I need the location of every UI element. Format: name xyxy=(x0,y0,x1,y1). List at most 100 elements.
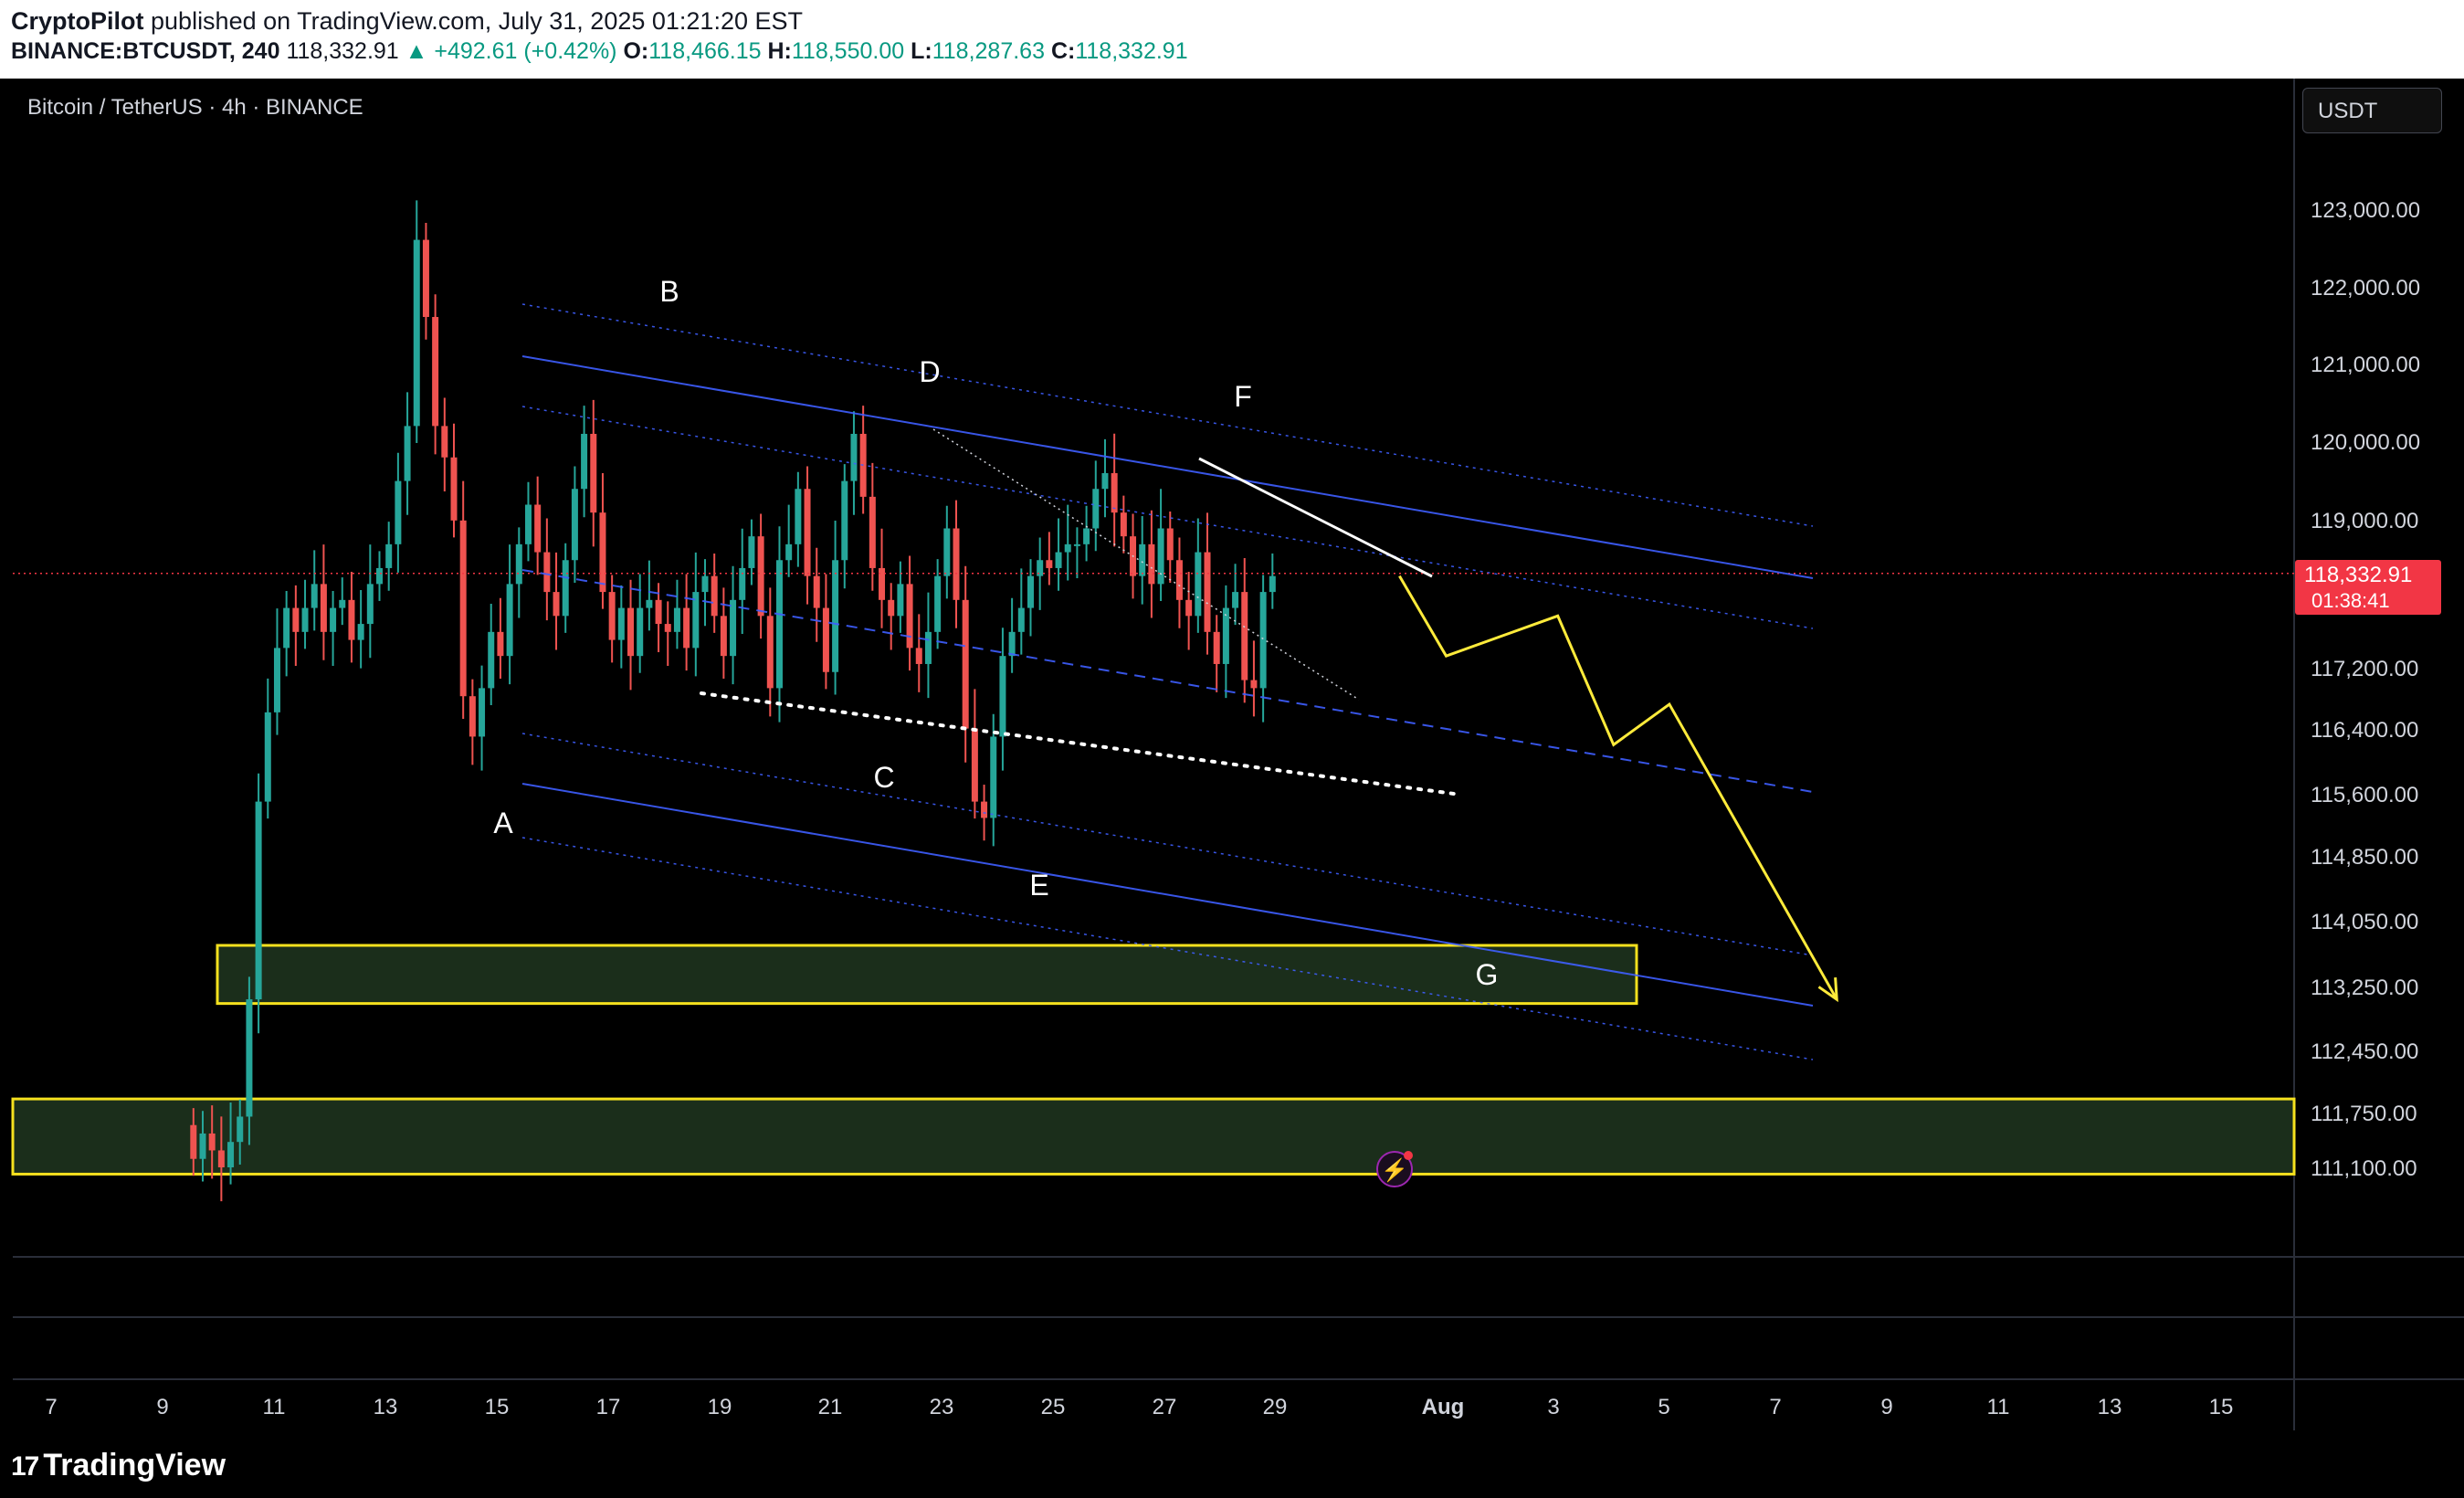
time-tick-label: 9 xyxy=(156,1395,168,1419)
candle-body xyxy=(692,592,700,649)
candle-body xyxy=(366,584,374,625)
candle-body xyxy=(999,656,1006,737)
candle-body xyxy=(395,480,402,544)
bar-countdown-timer: 01:38:41 xyxy=(2311,589,2390,612)
candle-body xyxy=(934,575,942,632)
candle-body xyxy=(1111,472,1118,513)
price-tick-label: 113,250.00 xyxy=(2311,976,2418,1000)
time-tick-label: 3 xyxy=(1547,1395,1559,1419)
candle-body xyxy=(1175,560,1183,600)
lightning-event-icon[interactable]: ⚡ xyxy=(1376,1151,1413,1187)
time-tick-label: 21 xyxy=(818,1395,843,1419)
candle-body xyxy=(227,1142,235,1167)
candle-body xyxy=(441,426,448,458)
candle-body xyxy=(1148,543,1155,585)
time-tick-label: 13 xyxy=(2098,1395,2122,1419)
time-tick-label: 25 xyxy=(1041,1395,1066,1419)
candle-body xyxy=(515,543,522,585)
time-tick-label: Aug xyxy=(1422,1395,1465,1419)
candle-body xyxy=(943,528,951,576)
candle-body xyxy=(850,433,858,481)
candle-body xyxy=(581,433,588,490)
candle-body xyxy=(888,599,895,617)
candle-body xyxy=(1073,543,1080,546)
candle-body xyxy=(404,426,411,481)
wave-label-b: B xyxy=(659,275,679,308)
time-tick-label: 11 xyxy=(1987,1395,2010,1419)
candle-body xyxy=(608,592,616,640)
candle-body xyxy=(1269,575,1276,593)
candle-body xyxy=(1101,472,1109,490)
candle-body xyxy=(524,504,532,544)
candle-body xyxy=(190,1124,197,1159)
candle-body xyxy=(637,607,644,657)
event-dot-icon xyxy=(1404,1151,1413,1160)
wave-label-d: D xyxy=(919,355,940,388)
tradingview-mark-icon: 17 xyxy=(11,1451,39,1482)
candle-body xyxy=(1195,552,1202,617)
candle-body xyxy=(506,584,513,657)
candle-body xyxy=(376,567,384,585)
candle-body xyxy=(301,607,309,632)
candle-body xyxy=(1046,560,1053,568)
price-tick-label: 114,850.00 xyxy=(2311,845,2418,870)
price-tick-label: 121,000.00 xyxy=(2311,353,2420,377)
time-tick-label: 7 xyxy=(45,1395,57,1419)
candle-body xyxy=(488,631,495,689)
candle-body xyxy=(1017,607,1025,632)
candle-body xyxy=(469,696,476,737)
wave-label-e: E xyxy=(1029,869,1048,902)
resistance-trendline xyxy=(1198,457,1433,578)
candle-body xyxy=(924,631,932,664)
candle-body xyxy=(906,584,913,649)
currency-selector-button[interactable]: USDT xyxy=(2302,88,2442,133)
time-tick-label: 17 xyxy=(596,1395,621,1419)
demand-zone xyxy=(216,944,1638,1006)
candle-body xyxy=(199,1133,206,1159)
tradingview-logo[interactable]: 17 TradingView xyxy=(11,1448,226,1483)
chart-canvas[interactable]: A B C D E F G 123,000.00 122,000.00 121,000.00 12… xyxy=(0,0,2464,1498)
demand-zone xyxy=(11,1097,2296,1176)
candle-body xyxy=(990,736,997,818)
candle-body xyxy=(962,599,969,729)
candle-body xyxy=(357,624,364,640)
candle-body xyxy=(869,496,876,568)
wave-label-c: C xyxy=(873,761,894,794)
chart-legend: Bitcoin / TetherUS · 4h · BINANCE xyxy=(27,95,363,120)
price-tick-label: 123,000.00 xyxy=(2311,198,2420,223)
candle-body xyxy=(217,1150,225,1167)
candle-body xyxy=(1259,592,1267,689)
candle-body xyxy=(711,575,718,617)
wave-label-g: G xyxy=(1476,958,1499,991)
channel-inner-line xyxy=(521,733,1814,956)
candle-body xyxy=(683,607,690,649)
candle-body xyxy=(320,584,327,632)
current-price-value: 118,332.91 xyxy=(2304,563,2413,587)
candle-body xyxy=(450,457,458,521)
candle-body xyxy=(1241,592,1248,680)
current-price-tag: 118,332.91 01:38:41 xyxy=(2295,560,2441,615)
candle-body xyxy=(673,607,680,632)
price-tick-label: 117,200.00 xyxy=(2311,657,2418,681)
candle-body xyxy=(804,489,811,576)
support-trendline xyxy=(700,691,1456,796)
candle-body xyxy=(348,599,355,640)
candle-body xyxy=(543,552,551,593)
candle-body xyxy=(385,543,393,568)
channel-outer-line xyxy=(521,303,1814,527)
time-tick-label: 13 xyxy=(374,1395,398,1419)
footer xyxy=(0,1430,2464,1498)
candle-body xyxy=(841,480,848,561)
candle-body xyxy=(599,512,606,593)
time-tick-label: 11 xyxy=(263,1395,286,1419)
candle-body xyxy=(1157,528,1164,585)
time-tick-label: 29 xyxy=(1263,1395,1288,1419)
time-tick-label: 9 xyxy=(1880,1395,1892,1419)
candle-body xyxy=(339,599,346,608)
candle-body xyxy=(655,599,662,625)
candle-body xyxy=(459,520,467,697)
candle-body xyxy=(646,599,653,608)
candle-body xyxy=(701,575,709,593)
candle-body xyxy=(785,543,793,561)
candle-body xyxy=(1222,607,1229,664)
